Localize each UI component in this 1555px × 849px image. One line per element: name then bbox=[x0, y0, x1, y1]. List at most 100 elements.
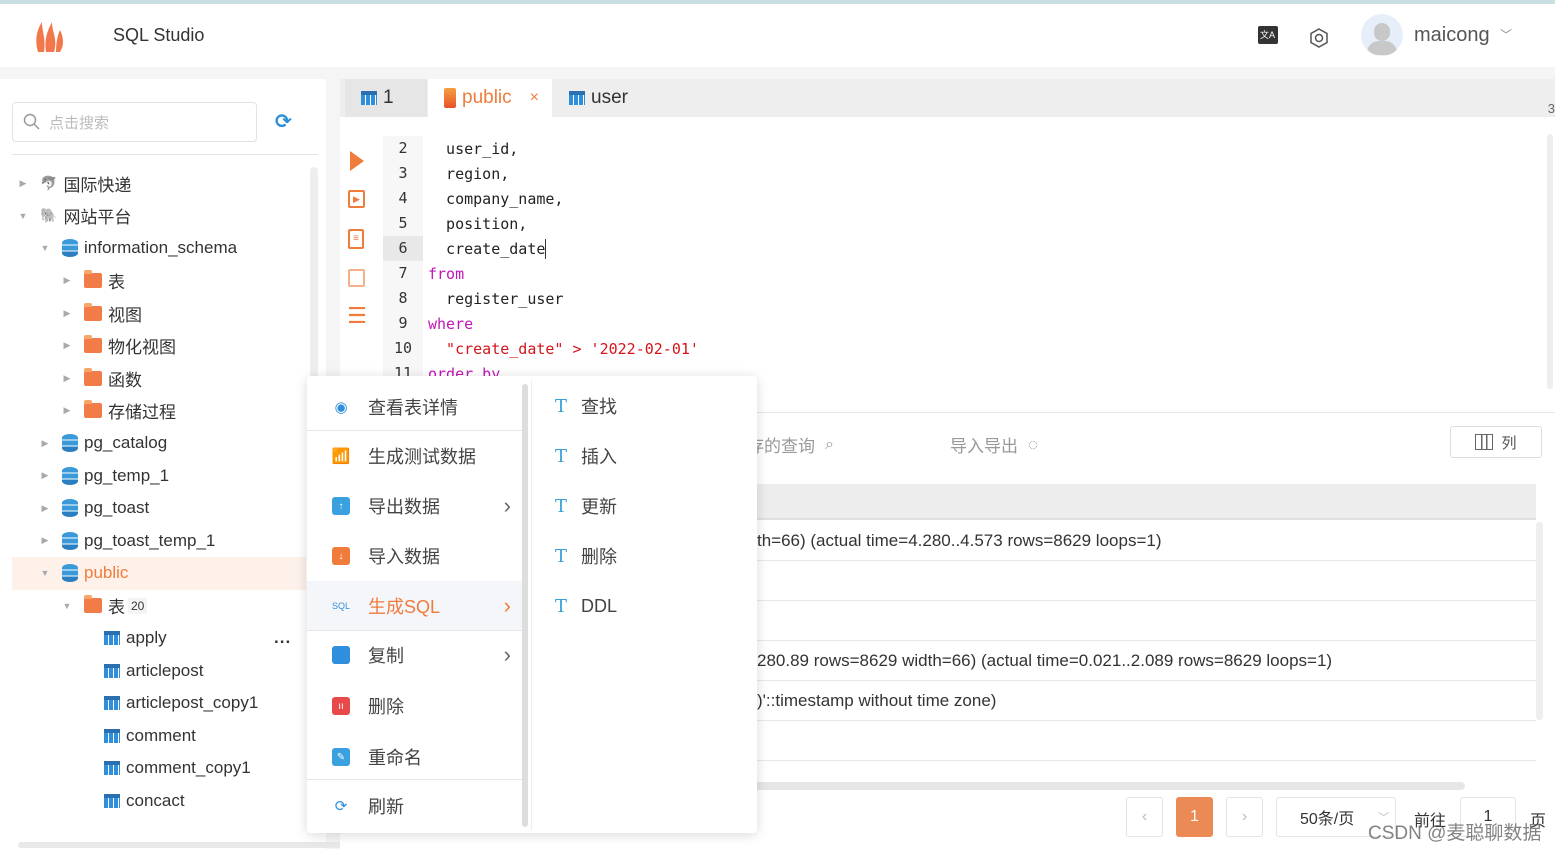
submenu-item[interactable]: T 更新 bbox=[555, 481, 617, 531]
tree-item[interactable]: ▼ 🐘 网站平台 bbox=[18, 201, 132, 231]
tree-item[interactable]: ▶ pg_temp_1 bbox=[40, 461, 169, 491]
chevron-right-icon: › bbox=[503, 642, 511, 667]
menu-scrollbar[interactable] bbox=[522, 384, 528, 827]
menu-item[interactable]: ◉ 查看表详情 bbox=[307, 382, 523, 432]
tree-item[interactable]: ▶ 视图 bbox=[62, 298, 142, 328]
caret-right-icon[interactable]: ▶ bbox=[40, 535, 50, 546]
tree-item[interactable]: ▶ 表 bbox=[62, 266, 125, 296]
sql-template-icon: T bbox=[555, 445, 568, 467]
caret-right-icon[interactable]: ▶ bbox=[40, 503, 50, 514]
edit-icon: ✎ bbox=[332, 748, 350, 766]
code-token: position, bbox=[428, 214, 528, 233]
line-number: 9 bbox=[383, 311, 423, 336]
tree-item-label: 表 bbox=[108, 273, 125, 292]
app-title: SQL Studio bbox=[113, 25, 205, 45]
app-header: SQL Studio 文A maicong ﹀ bbox=[0, 4, 1555, 67]
menu-item-label: 查看表详情 bbox=[368, 398, 458, 418]
chevron-down-icon[interactable]: ﹀ bbox=[1500, 26, 1512, 43]
close-icon[interactable]: × bbox=[530, 89, 539, 107]
menu-item[interactable]: 📶 生成测试数据 bbox=[307, 431, 523, 481]
submenu-item[interactable]: T 插入 bbox=[555, 431, 617, 481]
caret-right-icon[interactable]: ▶ bbox=[62, 308, 72, 319]
editor-scrollbar[interactable] bbox=[1547, 134, 1553, 389]
next-page-button[interactable]: › bbox=[1226, 797, 1263, 837]
tree-item-label: pg_toast bbox=[84, 498, 150, 517]
menu-item[interactable]: ⟳ 刷新 bbox=[307, 781, 523, 831]
tree-item[interactable]: ▶ 函数 bbox=[62, 363, 142, 393]
submenu-item[interactable]: T 删除 bbox=[555, 531, 617, 581]
caret-right-icon[interactable]: ▶ bbox=[40, 470, 50, 481]
menu-item[interactable]: 复制 › bbox=[307, 630, 523, 680]
tree-item-label: 网站平台 bbox=[63, 208, 132, 227]
sql-template-icon: T bbox=[555, 595, 568, 617]
menu-item[interactable]: ↑ 导出数据 › bbox=[307, 481, 523, 531]
code-line: 8 register_user bbox=[340, 286, 563, 311]
menu-item[interactable]: SQL 生成SQL › bbox=[307, 581, 523, 631]
page-1-button[interactable]: 1 bbox=[1176, 797, 1213, 837]
chart-icon: 📶 bbox=[331, 448, 351, 465]
tree-item[interactable]: ▼ information_schema bbox=[40, 233, 237, 263]
tree-item[interactable]: ▼ public bbox=[40, 558, 128, 588]
tree-item[interactable]: apply... bbox=[104, 623, 290, 653]
menu-item[interactable]: ↓ 导入数据 bbox=[307, 531, 523, 581]
database-icon bbox=[62, 531, 78, 550]
menu-item[interactable]: ✎ 重命名 bbox=[307, 732, 523, 782]
code-line: 5 position, bbox=[340, 211, 527, 236]
more-icon[interactable]: ... bbox=[274, 628, 291, 648]
tree-item-label: comment_copy1 bbox=[126, 758, 251, 777]
folder-table-icon bbox=[84, 595, 102, 613]
submenu-item[interactable]: T DDL bbox=[555, 581, 617, 631]
tree-item[interactable]: ▶ pg_toast bbox=[40, 493, 149, 523]
username[interactable]: maicong bbox=[1414, 24, 1490, 47]
refresh-icon: ⟳ bbox=[334, 798, 348, 815]
tree-item[interactable]: ▶ 存储过程 bbox=[62, 396, 176, 426]
submenu-item[interactable]: T 查找 bbox=[555, 381, 617, 431]
submenu-item-label: DDL bbox=[581, 595, 618, 616]
tree-item[interactable]: ▶ 物化视图 bbox=[62, 331, 176, 361]
caret-down-icon[interactable]: ▼ bbox=[62, 601, 72, 611]
tree-item[interactable]: ▶ pg_toast_temp_1 bbox=[40, 526, 215, 556]
prev-page-button[interactable]: ‹ bbox=[1126, 797, 1163, 837]
settings-icon[interactable] bbox=[1309, 28, 1329, 48]
database-icon bbox=[62, 499, 78, 517]
caret-down-icon[interactable]: ▼ bbox=[40, 243, 50, 253]
tree-item[interactable]: articlepost_copy1 bbox=[104, 688, 258, 718]
table-icon bbox=[104, 793, 120, 808]
caret-right-icon[interactable]: ▶ bbox=[62, 275, 72, 286]
refresh-icon[interactable]: ⟳ bbox=[275, 109, 292, 134]
divider bbox=[12, 154, 318, 155]
caret-right-icon[interactable]: ▶ bbox=[62, 340, 72, 351]
caret-right-icon[interactable]: ▶ bbox=[62, 373, 72, 384]
code-token: from bbox=[428, 264, 465, 283]
tab-1[interactable]: 1 bbox=[345, 79, 427, 117]
line-number: 5 bbox=[383, 211, 423, 236]
import-export-button[interactable]: 导入导出 ◌ bbox=[950, 432, 1038, 457]
code-line: 10 "create_date" > '2022-02-01' bbox=[340, 336, 699, 361]
tree-item[interactable]: articlepost bbox=[104, 656, 203, 686]
menu-item-label: 生成测试数据 bbox=[368, 447, 476, 467]
tree-item-label: public bbox=[84, 563, 129, 582]
line-number: 7 bbox=[383, 261, 423, 286]
menu-item[interactable]: ıı 删除 bbox=[307, 681, 523, 731]
caret-down-icon[interactable]: ▼ bbox=[18, 211, 28, 221]
avatar[interactable] bbox=[1361, 14, 1403, 56]
tree-item[interactable]: ▶ pg_catalog bbox=[40, 428, 167, 458]
caret-right-icon[interactable]: ▶ bbox=[62, 405, 72, 416]
caret-right-icon[interactable]: ▶ bbox=[18, 178, 28, 189]
code-line: 6 create_date bbox=[340, 236, 547, 261]
divider bbox=[307, 630, 523, 631]
caret-down-icon[interactable]: ▼ bbox=[40, 568, 50, 578]
tree-item[interactable]: comment_copy1 bbox=[104, 753, 251, 783]
search-input[interactable]: 点击搜索 bbox=[12, 102, 257, 142]
tab-public[interactable]: public × bbox=[428, 79, 552, 117]
columns-button[interactable]: 列 bbox=[1450, 426, 1542, 458]
tree-item[interactable]: ▼ 表 20 bbox=[62, 591, 148, 621]
tree-item[interactable]: ▶ 🐬 国际快递 bbox=[18, 168, 132, 198]
folder-procedure-icon bbox=[84, 400, 102, 418]
caret-right-icon[interactable]: ▶ bbox=[40, 438, 50, 449]
translate-icon[interactable]: 文A bbox=[1258, 26, 1278, 44]
tab-user[interactable]: user bbox=[553, 79, 693, 117]
table-scrollbar-v[interactable] bbox=[1536, 522, 1543, 720]
tree-item[interactable]: comment bbox=[104, 721, 196, 751]
tree-item[interactable]: concact bbox=[104, 786, 185, 816]
